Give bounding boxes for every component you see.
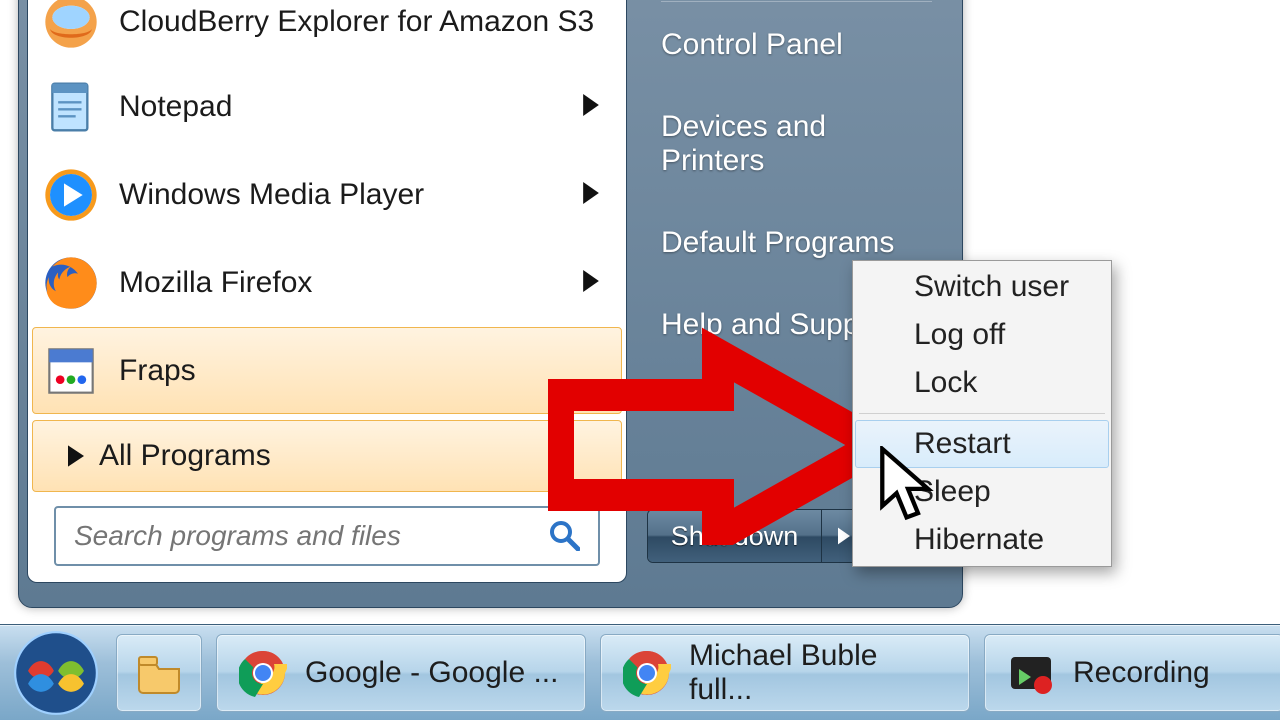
chrome-icon: [239, 649, 287, 697]
shutdown-split-button: Shut down: [647, 509, 867, 563]
shutdown-button[interactable]: Shut down: [648, 510, 822, 562]
program-label: Mozilla Firefox: [119, 266, 312, 300]
taskbar: Google - Google ... Michael Buble full..…: [0, 624, 1280, 720]
separator: [661, 1, 932, 2]
power-log-off[interactable]: Log off: [855, 311, 1109, 359]
notepad-icon: [41, 77, 101, 137]
submenu-arrow-icon: [583, 178, 599, 212]
chrome-icon: [623, 649, 671, 697]
program-label: CloudBerry Explorer for Amazon S3: [119, 6, 594, 38]
program-item-firefox[interactable]: Mozilla Firefox: [32, 239, 622, 326]
cloudberry-icon: [41, 0, 101, 52]
power-restart[interactable]: Restart: [855, 420, 1109, 468]
start-button[interactable]: [10, 627, 102, 719]
right-link-controlpanel[interactable]: Control Panel: [639, 12, 954, 94]
program-item-wmp[interactable]: Windows Media Player: [32, 151, 622, 238]
submenu-arrow-icon: [583, 90, 599, 124]
program-label: Windows Media Player: [119, 178, 424, 212]
program-list: CloudBerry Explorer for Amazon S3 Notepa…: [28, 0, 626, 414]
start-menu: CloudBerry Explorer for Amazon S3 Notepa…: [18, 0, 963, 608]
fraps-icon: [41, 341, 101, 401]
taskbar-label: Michael Buble full...: [689, 639, 947, 707]
record-icon: [1007, 649, 1055, 697]
search-box[interactable]: [54, 506, 600, 566]
program-item-cloudberry[interactable]: CloudBerry Explorer for Amazon S3: [32, 0, 622, 62]
all-programs-button[interactable]: All Programs: [32, 420, 622, 492]
program-label: Fraps: [119, 354, 196, 388]
search-input[interactable]: [72, 519, 548, 553]
chevron-right-icon: [53, 445, 99, 467]
power-switch-user[interactable]: Switch user: [855, 263, 1109, 311]
program-item-fraps[interactable]: Fraps: [32, 327, 622, 414]
taskbar-label: Google - Google ...: [305, 656, 558, 690]
explorer-icon: [135, 649, 183, 697]
wmp-icon: [41, 165, 101, 225]
separator: [859, 413, 1105, 414]
taskbar-explorer[interactable]: [116, 634, 202, 712]
power-lock[interactable]: Lock: [855, 359, 1109, 407]
taskbar-label: Recording: [1073, 656, 1210, 690]
taskbar-recording[interactable]: Recording: [984, 634, 1280, 712]
start-menu-left-pane: CloudBerry Explorer for Amazon S3 Notepa…: [27, 0, 627, 583]
program-item-notepad[interactable]: Notepad: [32, 63, 622, 150]
power-options-menu: Switch user Log off Lock Restart Sleep H…: [852, 260, 1112, 567]
search-icon: [548, 519, 582, 553]
submenu-arrow-icon: [583, 266, 599, 300]
power-hibernate[interactable]: Hibernate: [855, 516, 1109, 564]
taskbar-chrome-1[interactable]: Google - Google ...: [216, 634, 586, 712]
power-sleep[interactable]: Sleep: [855, 468, 1109, 516]
taskbar-chrome-2[interactable]: Michael Buble full...: [600, 634, 970, 712]
all-programs-label: All Programs: [99, 439, 271, 473]
firefox-icon: [41, 253, 101, 313]
program-label: Notepad: [119, 90, 232, 124]
right-link-devices[interactable]: Devices and Printers: [639, 94, 954, 210]
